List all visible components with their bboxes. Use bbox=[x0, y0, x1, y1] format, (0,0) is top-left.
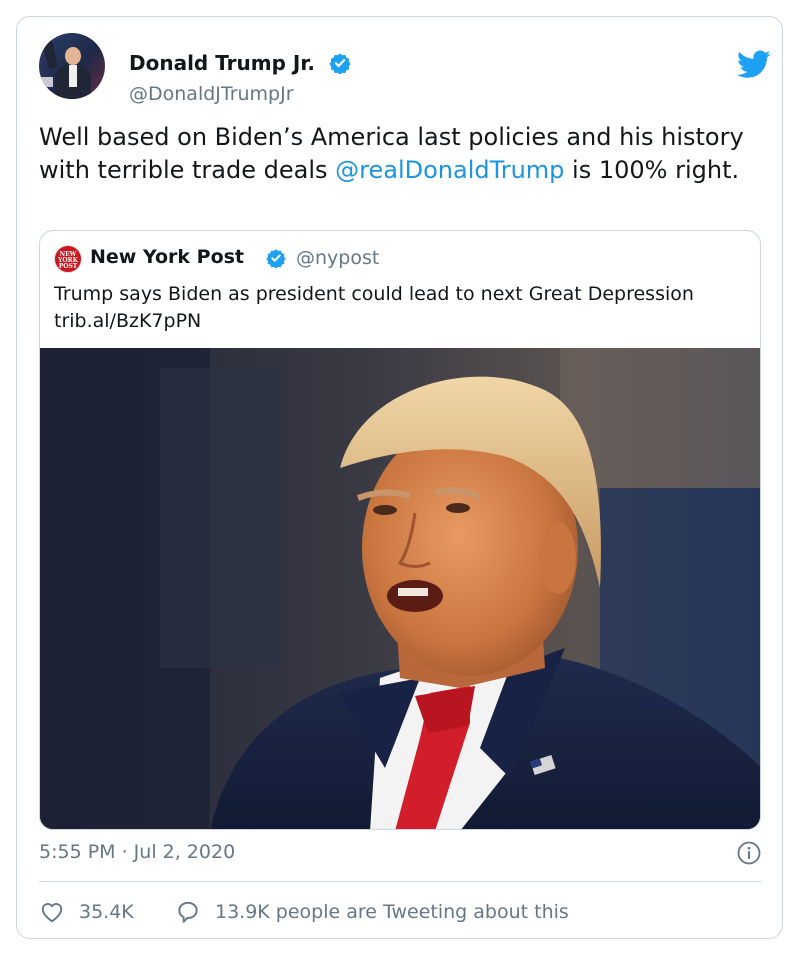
quoted-author-name[interactable]: New York Post bbox=[90, 248, 244, 267]
author-name[interactable]: Donald Trump Jr. bbox=[129, 53, 315, 73]
author-handle[interactable]: @DonaldJTrumpJr bbox=[129, 85, 294, 104]
quoted-tweet[interactable]: NEW YORK POST New York Post @nypost Trump … bbox=[39, 230, 761, 830]
author-avatar[interactable] bbox=[39, 33, 105, 99]
verified-badge-icon bbox=[329, 53, 351, 74]
divider bbox=[39, 881, 761, 882]
tweet-text: Well based on Biden’s America last polic… bbox=[39, 123, 744, 184]
mention-link[interactable]: @realDonaldTrump bbox=[335, 156, 564, 184]
nypost-avatar[interactable]: NEW YORK POST bbox=[54, 245, 82, 273]
like-count: 35.4K bbox=[79, 901, 134, 923]
verified-badge-icon bbox=[266, 249, 286, 268]
twitter-bird-icon[interactable] bbox=[737, 47, 771, 81]
conversation-link[interactable]: 13.9K people are Tweeting about this bbox=[175, 899, 569, 925]
speech-bubble-icon bbox=[178, 901, 198, 923]
like-button[interactable]: 35.4K bbox=[39, 899, 134, 925]
heart-icon bbox=[41, 903, 63, 923]
quoted-tweet-text: Trump says Biden as president could lead… bbox=[54, 283, 694, 332]
tweet-card: Donald Trump Jr. @DonaldJTrumpJr Well ba… bbox=[16, 16, 783, 939]
quoted-tweet-photo[interactable] bbox=[40, 348, 760, 829]
tweet-timestamp[interactable]: 5:55 PM · Jul 2, 2020 bbox=[39, 843, 235, 862]
photo-illustration bbox=[40, 348, 760, 829]
conversation-text: 13.9K people are Tweeting about this bbox=[215, 901, 569, 923]
quoted-author-handle[interactable]: @nypost bbox=[296, 249, 379, 268]
info-icon[interactable] bbox=[737, 841, 761, 865]
